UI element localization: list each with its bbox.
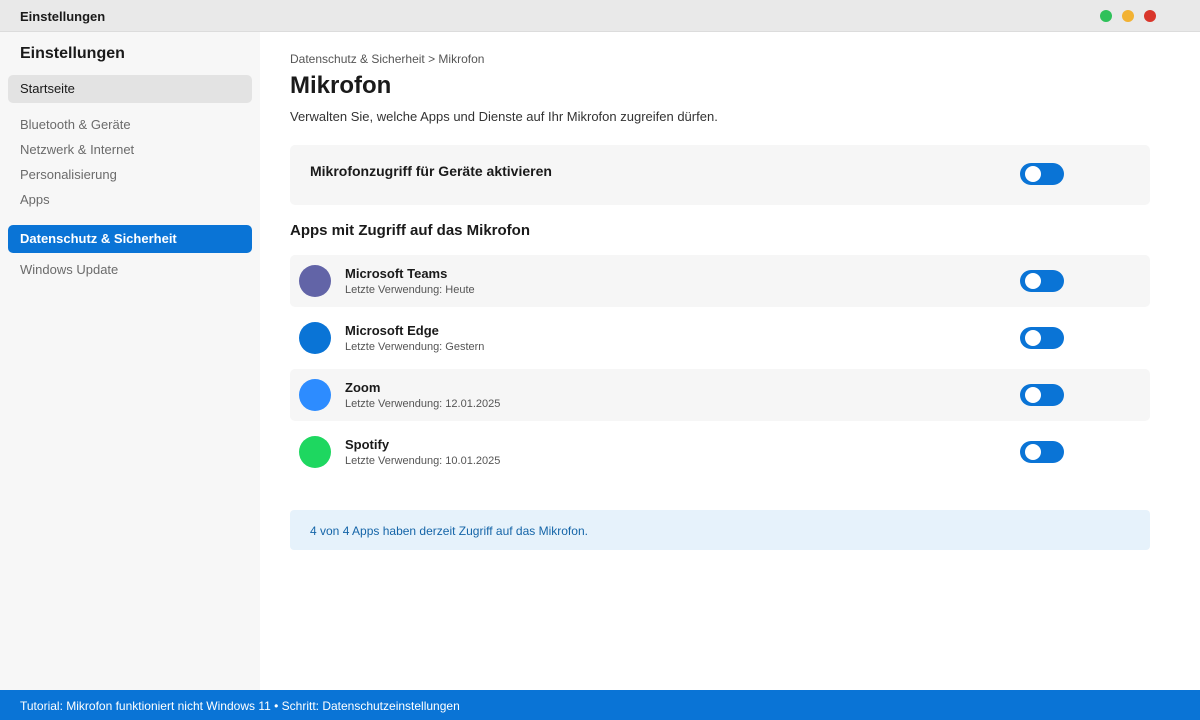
app-row-edge: Microsoft Edge Letzte Verwendung: Gester… bbox=[290, 312, 1150, 364]
sidebar-item-label: Windows Update bbox=[20, 262, 119, 277]
app-name: Spotify bbox=[345, 437, 390, 452]
footer-text: Tutorial: Mikrofon funktioniert nicht Wi… bbox=[20, 699, 460, 713]
minimize-button[interactable] bbox=[1122, 10, 1134, 22]
app-name: Microsoft Teams bbox=[345, 266, 448, 281]
sidebar-item-label: Personalisierung bbox=[20, 167, 117, 182]
microphone-access-label: Mikrofonzugriff für Geräte aktivieren bbox=[310, 163, 552, 179]
toggle-knob bbox=[1025, 330, 1041, 346]
close-button[interactable] bbox=[1144, 10, 1156, 22]
app-name: Microsoft Edge bbox=[345, 323, 439, 338]
sidebar-item-apps[interactable]: Apps bbox=[8, 186, 252, 214]
app-row-spotify: Spotify Letzte Verwendung: 10.01.2025 bbox=[290, 426, 1150, 478]
app-name: Zoom bbox=[345, 380, 381, 395]
sidebar-item-label: Bluetooth & Geräte bbox=[20, 117, 131, 132]
toggle-knob bbox=[1025, 387, 1041, 403]
toggle-knob bbox=[1025, 444, 1041, 460]
microsoft-edge-icon bbox=[299, 322, 331, 354]
info-box: 4 von 4 Apps haben derzeit Zugriff auf d… bbox=[290, 510, 1150, 550]
app-toggle-spotify[interactable] bbox=[1020, 441, 1064, 463]
page-description: Verwalten Sie, welche Apps und Dienste a… bbox=[290, 109, 718, 124]
microphone-access-toggle[interactable] bbox=[1020, 163, 1064, 185]
app-last-used: Letzte Verwendung: Gestern bbox=[345, 341, 485, 353]
window-title: Einstellungen bbox=[20, 9, 106, 24]
sidebar-item-personalization[interactable]: Personalisierung bbox=[8, 161, 252, 189]
microphone-access-card: Mikrofonzugriff für Geräte aktivieren bbox=[290, 145, 1150, 205]
toggle-knob bbox=[1025, 166, 1041, 182]
app-last-used: Letzte Verwendung: Heute bbox=[345, 284, 475, 296]
sidebar-item-windows-update[interactable]: Windows Update bbox=[8, 256, 252, 284]
app-row-teams: Microsoft Teams Letzte Verwendung: Heute bbox=[290, 255, 1150, 307]
sidebar-item-bluetooth[interactable]: Bluetooth & Geräte bbox=[8, 111, 252, 139]
microsoft-teams-icon bbox=[299, 265, 331, 297]
sidebar: Einstellungen Startseite Bluetooth & Ger… bbox=[0, 32, 260, 690]
page-title: Mikrofon bbox=[290, 72, 392, 99]
sidebar-title: Einstellungen bbox=[20, 45, 125, 62]
breadcrumb: Datenschutz & Sicherheit > Mikrofon bbox=[290, 52, 485, 66]
app-toggle-edge[interactable] bbox=[1020, 327, 1064, 349]
main-content: Datenschutz & Sicherheit > Mikrofon Mikr… bbox=[260, 32, 1200, 690]
app-last-used: Letzte Verwendung: 10.01.2025 bbox=[345, 455, 501, 467]
title-bar: Einstellungen bbox=[0, 0, 1200, 32]
tutorial-footer: Tutorial: Mikrofon funktioniert nicht Wi… bbox=[0, 690, 1200, 720]
app-toggle-teams[interactable] bbox=[1020, 270, 1064, 292]
spotify-icon bbox=[299, 436, 331, 468]
sidebar-item-label: Netzwerk & Internet bbox=[20, 142, 135, 157]
sidebar-item-label: Apps bbox=[20, 192, 50, 207]
app-toggle-zoom[interactable] bbox=[1020, 384, 1064, 406]
maximize-button[interactable] bbox=[1100, 10, 1112, 22]
sidebar-item-label: Datenschutz & Sicherheit bbox=[20, 231, 177, 246]
info-text: 4 von 4 Apps haben derzeit Zugriff auf d… bbox=[310, 524, 588, 538]
zoom-icon bbox=[299, 379, 331, 411]
sidebar-item-privacy-security[interactable]: Datenschutz & Sicherheit bbox=[8, 225, 252, 253]
sidebar-item-label: Startseite bbox=[20, 81, 75, 96]
sidebar-item-network[interactable]: Netzwerk & Internet bbox=[8, 136, 252, 164]
app-row-zoom: Zoom Letzte Verwendung: 12.01.2025 bbox=[290, 369, 1150, 421]
sidebar-item-startseite[interactable]: Startseite bbox=[8, 75, 252, 103]
apps-section-title: Apps mit Zugriff auf das Mikrofon bbox=[290, 222, 530, 239]
app-last-used: Letzte Verwendung: 12.01.2025 bbox=[345, 398, 501, 410]
toggle-knob bbox=[1025, 273, 1041, 289]
